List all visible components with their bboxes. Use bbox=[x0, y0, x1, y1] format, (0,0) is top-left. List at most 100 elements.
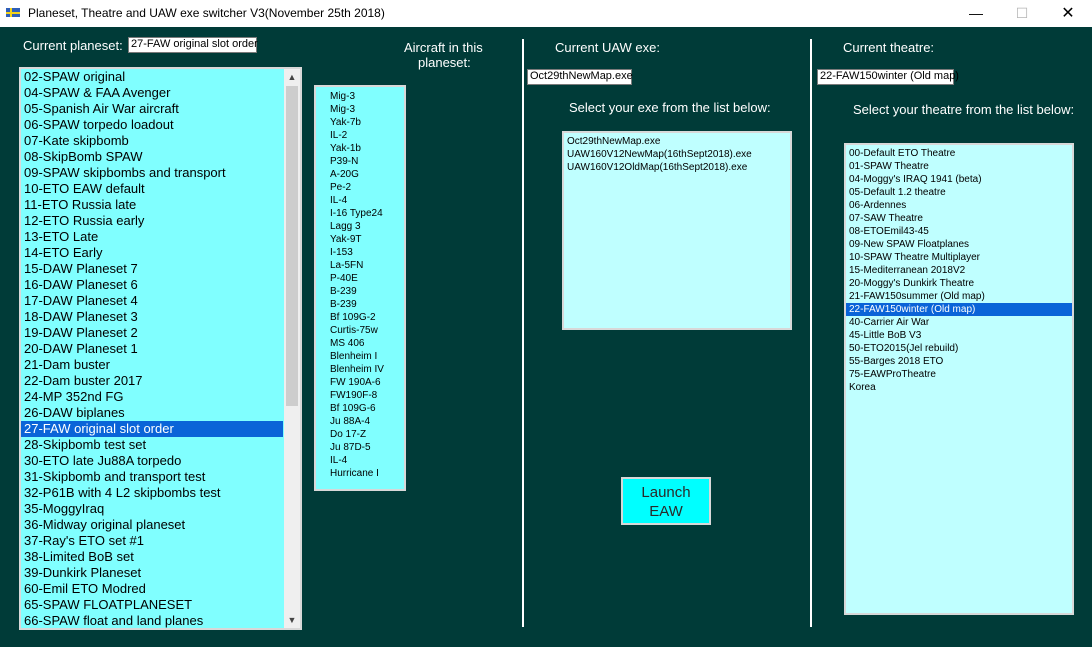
planeset-list-item[interactable]: 22-Dam buster 2017 bbox=[21, 373, 283, 389]
planeset-list-item[interactable]: 38-Limited BoB set bbox=[21, 549, 283, 565]
select-exe-label: Select your exe from the list below: bbox=[569, 100, 771, 115]
planeset-list-item[interactable]: 30-ETO late Ju88A torpedo bbox=[21, 453, 283, 469]
planeset-list-item[interactable]: 39-Dunkirk Planeset bbox=[21, 565, 283, 581]
window-title: Planeset, Theatre and UAW exe switcher V… bbox=[28, 6, 385, 20]
scroll-down-icon[interactable]: ▼ bbox=[284, 612, 300, 628]
aircraft-list-item: I-153 bbox=[330, 247, 353, 258]
launch-label-line2: EAW bbox=[649, 503, 683, 520]
aircraft-list-item: IL-4 bbox=[330, 195, 348, 206]
planeset-list-item[interactable]: 08-SkipBomb SPAW bbox=[21, 149, 283, 165]
planeset-list-item[interactable]: 20-DAW Planeset 1 bbox=[21, 341, 283, 357]
planeset-list-item[interactable]: 11-ETO Russia late bbox=[21, 197, 283, 213]
aircraft-list-item: Bf 109G-6 bbox=[330, 403, 376, 414]
theatre-list-item[interactable]: 45-Little BoB V3 bbox=[846, 329, 1072, 342]
planeset-list-item[interactable]: 02-SPAW original bbox=[21, 69, 283, 85]
aircraft-list-item: Lagg 3 bbox=[330, 221, 361, 232]
current-planeset-label: Current planeset: bbox=[23, 38, 123, 53]
planeset-list-item[interactable]: 10-ETO EAW default bbox=[21, 181, 283, 197]
planeset-list-item[interactable]: 66-SPAW float and land planes bbox=[21, 613, 283, 628]
aircraft-list-item: Yak-9T bbox=[330, 234, 362, 245]
theatre-list-item[interactable]: Korea bbox=[846, 381, 1072, 394]
theatre-list-item[interactable]: 15-Mediterranean 2018V2 bbox=[846, 264, 1072, 277]
scroll-thumb[interactable] bbox=[286, 86, 298, 406]
aircraft-list-item: IL-2 bbox=[330, 130, 348, 141]
planeset-list-item[interactable]: 35-MoggyIraq bbox=[21, 501, 283, 517]
planeset-list-item[interactable]: 09-SPAW skipbombs and transport bbox=[21, 165, 283, 181]
theatre-list-item[interactable]: 01-SPAW Theatre bbox=[846, 160, 1072, 173]
planeset-list-item[interactable]: 21-Dam buster bbox=[21, 357, 283, 373]
aircraft-list: Mig-3 Mig-3 Yak-7b IL-2 Yak-1b P39-N A-20G Pe-2… bbox=[314, 85, 406, 491]
theatre-list-item[interactable]: 04-Moggy's IRAQ 1941 (beta) bbox=[846, 173, 1072, 186]
aircraft-list-item: Hurricane I bbox=[330, 468, 379, 479]
exe-list-item[interactable]: UAW160V12OldMap(16thSept2018).exe bbox=[564, 161, 790, 174]
planeset-scrollbar[interactable]: ▲ ▼ bbox=[284, 69, 300, 628]
theatre-list-item[interactable]: 07-SAW Theatre bbox=[846, 212, 1072, 225]
aircraft-list-item: Pe-2 bbox=[330, 182, 352, 193]
aircraft-list-item: P39-N bbox=[330, 156, 359, 167]
aircraft-list-item: Do 17-Z bbox=[330, 429, 367, 440]
aircraft-list-item: B-239 bbox=[330, 286, 357, 297]
theatre-list-item[interactable]: 00-Default ETO Theatre bbox=[846, 147, 1072, 160]
scroll-up-icon[interactable]: ▲ bbox=[284, 69, 300, 85]
theatre-list-item[interactable]: 40-Carrier Air War bbox=[846, 316, 1072, 329]
planeset-list-item[interactable]: 31-Skipbomb and transport test bbox=[21, 469, 283, 485]
planeset-list-item[interactable]: 36-Midway original planeset bbox=[21, 517, 283, 533]
planeset-list[interactable]: 02-SPAW original 04-SPAW & FAA Avenger 05-… bbox=[19, 67, 302, 630]
theatre-list-item[interactable]: 09-New SPAW Floatplanes bbox=[846, 238, 1072, 251]
exe-list[interactable]: Oct29thNewMap.exe UAW160V12NewMap(16thSep… bbox=[562, 131, 792, 330]
aircraft-list-item: Blenheim I bbox=[330, 351, 378, 362]
aircraft-list-item: Blenheim IV bbox=[330, 364, 384, 375]
planeset-list-item[interactable]: 17-DAW Planeset 4 bbox=[21, 293, 283, 309]
theatre-list-item[interactable]: 08-ETOEmil43-45 bbox=[846, 225, 1072, 238]
aircraft-list-item: Yak-1b bbox=[330, 143, 361, 154]
planeset-list-item[interactable]: 27-FAW original slot order bbox=[21, 421, 283, 437]
planeset-list-item[interactable]: 18-DAW Planeset 3 bbox=[21, 309, 283, 325]
planeset-list-item[interactable]: 13-ETO Late bbox=[21, 229, 283, 245]
divider-right bbox=[810, 39, 812, 627]
planeset-list-item[interactable]: 28-Skipbomb test set bbox=[21, 437, 283, 453]
launch-eaw-button[interactable]: Launch EAW bbox=[621, 477, 711, 525]
exe-list-item[interactable]: UAW160V12NewMap(16thSept2018).exe bbox=[564, 148, 790, 161]
planeset-list-item[interactable]: 04-SPAW & FAA Avenger bbox=[21, 85, 283, 101]
theatre-list-item[interactable]: 22-FAW150winter (Old map) bbox=[846, 303, 1072, 316]
planeset-list-item[interactable]: 19-DAW Planeset 2 bbox=[21, 325, 283, 341]
maximize-button[interactable]: ☐ bbox=[999, 0, 1045, 27]
planeset-list-item[interactable]: 65-SPAW FLOATPLANESET bbox=[21, 597, 283, 613]
planeset-list-item[interactable]: 37-Ray's ETO set #1 bbox=[21, 533, 283, 549]
close-button[interactable]: ✕ bbox=[1045, 0, 1091, 27]
planeset-list-item[interactable]: 24-MP 352nd FG bbox=[21, 389, 283, 405]
aircraft-list-item: A-20G bbox=[330, 169, 359, 180]
minimize-button[interactable]: — bbox=[953, 0, 999, 27]
theatre-list-item[interactable]: 06-Ardennes bbox=[846, 199, 1072, 212]
planeset-list-item[interactable]: 06-SPAW torpedo loadout bbox=[21, 117, 283, 133]
aircraft-list-item: P-40E bbox=[330, 273, 358, 284]
aircraft-label-line1: Aircraft in this bbox=[404, 40, 483, 55]
planeset-list-item[interactable]: 05-Spanish Air War aircraft bbox=[21, 101, 283, 117]
aircraft-list-item: Ju 88A-4 bbox=[330, 416, 371, 427]
theatre-list-item[interactable]: 55-Barges 2018 ETO bbox=[846, 355, 1072, 368]
current-uaw-field: Oct29thNewMap.exe bbox=[527, 69, 633, 85]
planeset-list-item[interactable]: 12-ETO Russia early bbox=[21, 213, 283, 229]
planeset-list-item[interactable]: 07-Kate skipbomb bbox=[21, 133, 283, 149]
aircraft-label-line2: planeset: bbox=[418, 55, 471, 70]
planeset-list-item[interactable]: 26-DAW biplanes bbox=[21, 405, 283, 421]
theatre-list[interactable]: 00-Default ETO Theatre 01-SPAW Theatre 04-… bbox=[844, 143, 1074, 615]
planeset-list-item[interactable]: 16-DAW Planeset 6 bbox=[21, 277, 283, 293]
planeset-list-item[interactable]: 14-ETO Early bbox=[21, 245, 283, 261]
exe-list-item[interactable]: Oct29thNewMap.exe bbox=[564, 135, 790, 148]
aircraft-list-item: FW190F-8 bbox=[330, 390, 378, 401]
theatre-list-item[interactable]: 20-Moggy's Dunkirk Theatre bbox=[846, 277, 1072, 290]
theatre-list-item[interactable]: 50-ETO2015(Jel rebuild) bbox=[846, 342, 1072, 355]
planeset-list-item[interactable]: 15-DAW Planeset 7 bbox=[21, 261, 283, 277]
theatre-list-item[interactable]: 10-SPAW Theatre Multiplayer bbox=[846, 251, 1072, 264]
aircraft-list-item: FW 190A-6 bbox=[330, 377, 381, 388]
aircraft-list-item: Yak-7b bbox=[330, 117, 361, 128]
select-theatre-label: Select your theatre from the list below: bbox=[853, 102, 1075, 117]
theatre-list-item[interactable]: 21-FAW150summer (Old map) bbox=[846, 290, 1072, 303]
planeset-list-item[interactable]: 60-Emil ETO Modred bbox=[21, 581, 283, 597]
theatre-list-item[interactable]: 05-Default 1.2 theatre bbox=[846, 186, 1072, 199]
aircraft-list-item: Mig-3 bbox=[330, 91, 356, 102]
theatre-list-item[interactable]: 75-EAWProTheatre bbox=[846, 368, 1072, 381]
current-theatre-field: 22-FAW150winter (Old map) bbox=[817, 69, 959, 85]
planeset-list-item[interactable]: 32-P61B with 4 L2 skipbombs test bbox=[21, 485, 283, 501]
